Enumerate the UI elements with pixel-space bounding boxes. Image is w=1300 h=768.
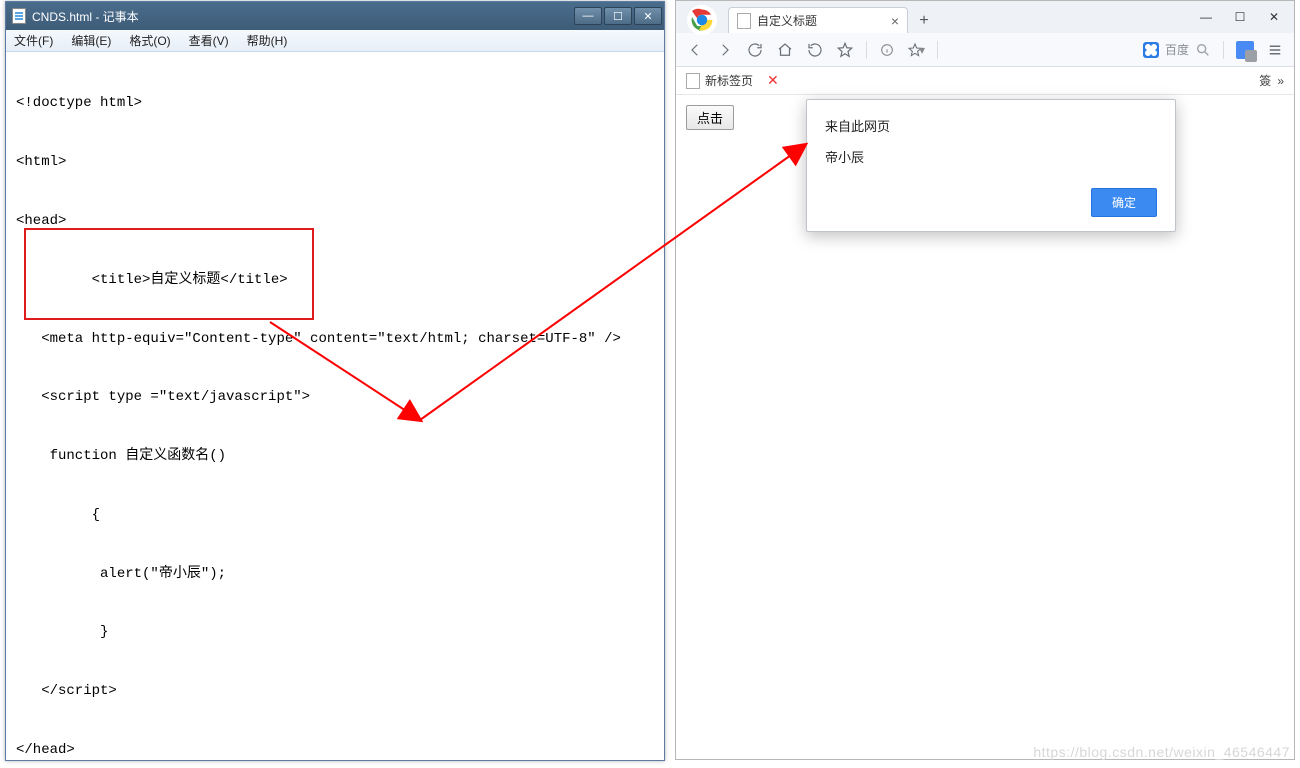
- app-icon: [767, 73, 783, 89]
- maximize-button[interactable]: ☐: [604, 7, 632, 25]
- notepad-menu-bar: 文件(F) 编辑(E) 格式(O) 查看(V) 帮助(H): [6, 30, 664, 52]
- js-alert-dialog: 来自此网页 帝小辰 确定: [806, 99, 1176, 232]
- favorite-star-button[interactable]: ▾: [907, 41, 925, 59]
- code-line: {: [16, 501, 654, 530]
- code-line: <!doctype html>: [16, 89, 654, 118]
- forward-button[interactable]: [716, 41, 734, 59]
- maximize-button[interactable]: [1224, 5, 1256, 29]
- code-line: <meta http-equiv="Content-type" content=…: [16, 325, 654, 354]
- search-box[interactable]: 百度: [1143, 41, 1211, 58]
- code-line: alert("帝小辰");: [16, 560, 654, 589]
- page-icon: [737, 13, 751, 29]
- document-icon: [12, 8, 26, 24]
- close-button[interactable]: [1258, 5, 1290, 29]
- browser-tab[interactable]: 自定义标题 ×: [728, 7, 908, 33]
- notepad-window: CNDS.html - 记事本 — ☐ ✕ 文件(F) 编辑(E) 格式(O) …: [5, 1, 665, 761]
- reload-button[interactable]: [746, 41, 764, 59]
- minimize-button[interactable]: [1190, 5, 1222, 29]
- browser-window: 自定义标题 × + ▾ 百度 新标: [675, 0, 1295, 760]
- browser-toolbar: ▾ 百度: [676, 33, 1294, 67]
- tab-label: 自定义标题: [757, 12, 885, 29]
- notepad-text-area[interactable]: <!doctype html> <html> <head> <title>自定义…: [6, 52, 664, 760]
- site-info-button[interactable]: [879, 42, 895, 58]
- menu-help[interactable]: 帮助(H): [243, 30, 292, 51]
- separator: [866, 41, 867, 59]
- page-content: 点击 来自此网页 帝小辰 确定: [676, 95, 1294, 140]
- alert-ok-button[interactable]: 确定: [1091, 188, 1157, 217]
- tab-close-button[interactable]: ×: [891, 14, 899, 28]
- watermark-text: https://blog.csdn.net/weixin_46546447: [1033, 744, 1290, 760]
- new-tab-button[interactable]: +: [912, 9, 936, 33]
- back-button[interactable]: [686, 41, 704, 59]
- overflow-indicator-icon: 簽: [1259, 72, 1271, 89]
- browser-logo-icon: [684, 2, 720, 38]
- alert-message: 帝小辰: [825, 147, 1157, 166]
- page-icon: [686, 73, 700, 89]
- bookmark-item-color[interactable]: [767, 73, 783, 89]
- baidu-icon: [1143, 42, 1159, 58]
- separator: [1223, 41, 1224, 59]
- minimize-button[interactable]: —: [574, 7, 602, 25]
- search-placeholder: 百度: [1165, 41, 1189, 58]
- home-button[interactable]: [776, 41, 794, 59]
- code-line: <html>: [16, 148, 654, 177]
- menu-button[interactable]: [1266, 41, 1284, 59]
- alert-title: 来自此网页: [825, 116, 1157, 135]
- browser-titlebar[interactable]: 自定义标题 × +: [676, 1, 1294, 33]
- code-line: <script type ="text/javascript">: [16, 383, 654, 412]
- bookmark-label: 新标签页: [705, 72, 753, 89]
- bookmarks-overflow-button[interactable]: »: [1277, 74, 1284, 88]
- restore-tab-button[interactable]: [806, 41, 824, 59]
- code-line: }: [16, 618, 654, 647]
- close-button[interactable]: ✕: [634, 7, 662, 25]
- code-line: </head>: [16, 736, 654, 760]
- bookmark-button[interactable]: [836, 41, 854, 59]
- code-line: </script>: [16, 677, 654, 706]
- menu-view[interactable]: 查看(V): [185, 30, 233, 51]
- bookmarks-bar: 新标签页 簽 »: [676, 67, 1294, 95]
- menu-format[interactable]: 格式(O): [125, 30, 174, 51]
- code-line: <title>自定义标题</title>: [16, 266, 654, 295]
- menu-edit[interactable]: 编辑(E): [67, 30, 115, 51]
- translate-icon[interactable]: [1236, 41, 1254, 59]
- bookmark-item-newtab[interactable]: 新标签页: [686, 72, 753, 89]
- notepad-titlebar[interactable]: CNDS.html - 记事本 — ☐ ✕: [6, 2, 664, 30]
- page-click-button[interactable]: 点击: [686, 105, 734, 130]
- code-line: function 自定义函数名(): [16, 442, 654, 471]
- menu-file[interactable]: 文件(F): [10, 30, 57, 51]
- notepad-title: CNDS.html - 记事本: [32, 8, 574, 25]
- code-line: <head>: [16, 207, 654, 236]
- separator: [937, 41, 938, 59]
